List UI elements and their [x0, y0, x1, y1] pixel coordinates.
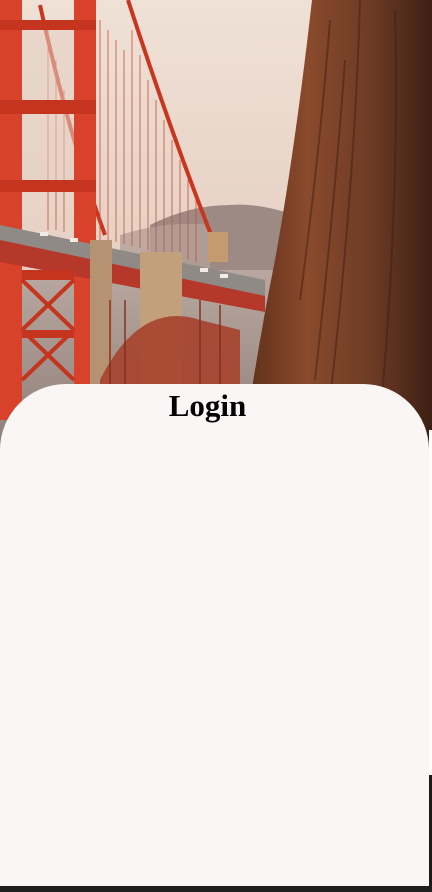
login-sheet: [0, 384, 429, 886]
page-title: Login: [168, 388, 247, 423]
login-screen: Login: [0, 0, 432, 892]
bottom-bar: [0, 886, 432, 892]
